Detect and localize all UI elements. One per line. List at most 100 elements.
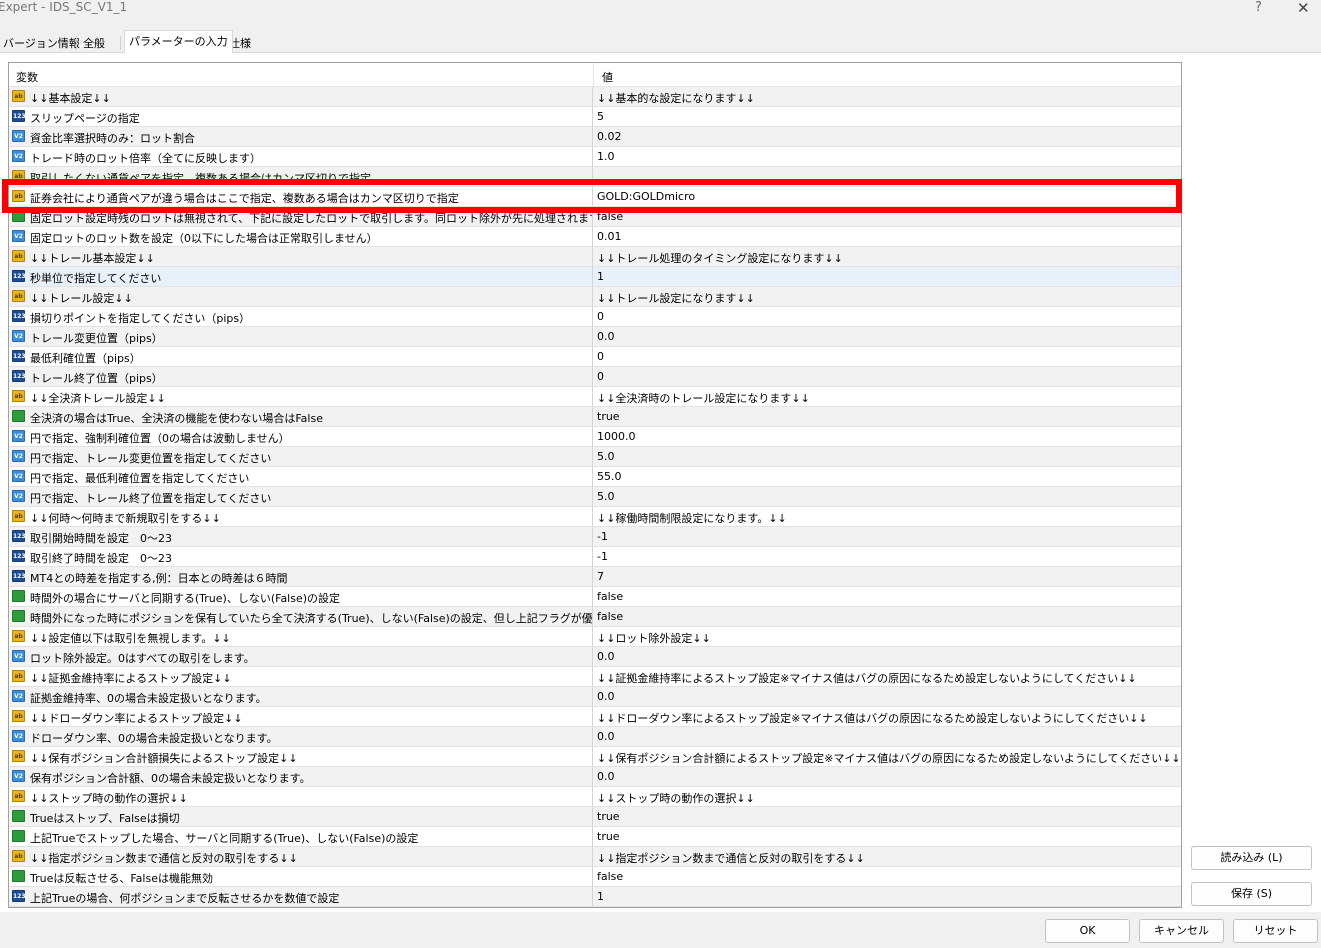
- parameter-row[interactable]: V2 固定ロットのロット数を設定（0以下にした場合は正常取引しません） 0.01: [9, 227, 1181, 247]
- value-cell[interactable]: ↓↓基本的な設定になります↓↓: [597, 90, 755, 106]
- value-cell[interactable]: ↓↓ロット除外設定↓↓: [597, 630, 711, 646]
- parameter-row[interactable]: ab ↓↓設定値以下は取引を無視します。↓↓ ↓↓ロット除外設定↓↓: [9, 627, 1181, 647]
- parameter-row[interactable]: ab ↓↓証拠金維持率によるストップ設定↓↓ ↓↓証拠金維持率によるストップ設定※マ…: [9, 667, 1181, 687]
- parameter-row[interactable]: 全決済の場合はTrue、全決済の機能を使わない場合はFalse true: [9, 407, 1181, 427]
- value-cell[interactable]: 0.02: [597, 130, 622, 143]
- value-cell[interactable]: false: [597, 610, 623, 623]
- parameter-row[interactable]: 123 取引開始時間を設定 0〜23 -1: [9, 527, 1181, 547]
- parameter-row[interactable]: ab ↓↓ドローダウン率によるストップ設定↓↓ ↓↓ドローダウン率によるストップ設定…: [9, 707, 1181, 727]
- value-cell[interactable]: ↓↓証拠金維持率によるストップ設定※マイナス値はバグの原因になるため設定しないよ…: [597, 670, 1137, 686]
- parameter-row[interactable]: ab ↓↓保有ポジション合計額損失によるストップ設定↓↓ ↓↓保有ポジション合計額に…: [9, 747, 1181, 767]
- value-cell[interactable]: true: [597, 810, 620, 823]
- parameter-row[interactable]: 123 取引終了時間を設定 0〜23 -1: [9, 547, 1181, 567]
- string-type-icon: ab: [12, 190, 25, 202]
- double-type-icon: V2: [12, 130, 25, 142]
- parameter-row[interactable]: V2 保有ポジション合計額、0の場合未設定扱いとなります。 0.0: [9, 767, 1181, 787]
- parameter-row[interactable]: V2 トレード時のロット倍率（全てに反映します） 1.0: [9, 147, 1181, 167]
- parameter-row[interactable]: 123 秒単位で指定してください 1: [9, 267, 1181, 287]
- value-cell[interactable]: 7: [597, 570, 604, 583]
- value-cell[interactable]: ↓↓トレール設定になります↓↓: [597, 290, 755, 306]
- tab-parameters[interactable]: パラメーターの入力: [124, 30, 233, 53]
- help-button[interactable]: ?: [1255, 0, 1262, 15]
- value-cell[interactable]: ↓↓ドローダウン率によるストップ設定※マイナス値はバグの原因になるため設定しない…: [597, 710, 1148, 726]
- column-header-variable[interactable]: 変数: [16, 69, 38, 85]
- load-button[interactable]: 読み込み (L): [1191, 846, 1312, 870]
- parameter-row[interactable]: V2 円で指定、最低利確位置を指定してください 55.0: [9, 467, 1181, 487]
- parameter-row[interactable]: V2 資金比率選択時のみ：ロット割合 0.02: [9, 127, 1181, 147]
- parameter-row[interactable]: 123 MT4との時差を指定する,例：日本との時差は６時間 7: [9, 567, 1181, 587]
- value-cell[interactable]: true: [597, 410, 620, 423]
- parameter-row[interactable]: ab ↓↓基本設定↓↓ ↓↓基本的な設定になります↓↓: [9, 87, 1181, 107]
- value-cell[interactable]: 0.0: [597, 770, 615, 783]
- value-cell[interactable]: ↓↓保有ポジション合計額によるストップ設定※マイナス値はバグの原因になるため設定…: [597, 750, 1181, 766]
- parameter-row[interactable]: 123 スリップページの指定 5: [9, 107, 1181, 127]
- parameter-row[interactable]: ab ↓↓何時〜何時まで新規取引をする↓↓ ↓↓稼働時間制限設定になります。↓↓: [9, 507, 1181, 527]
- cancel-button[interactable]: キャンセル: [1139, 919, 1224, 943]
- parameter-row[interactable]: ab ↓↓トレール設定↓↓ ↓↓トレール設定になります↓↓: [9, 287, 1181, 307]
- parameter-row[interactable]: 123 トレール終了位置（pips） 0: [9, 367, 1181, 387]
- value-cell[interactable]: -1: [597, 550, 608, 563]
- value-cell[interactable]: 0.0: [597, 330, 615, 343]
- parameter-row[interactable]: ab ↓↓ストップ時の動作の選択↓↓ ↓↓ストップ時の動作の選択↓↓: [9, 787, 1181, 807]
- value-cell[interactable]: ↓↓ストップ時の動作の選択↓↓: [597, 790, 755, 806]
- parameter-row[interactable]: V2 円で指定、トレール終了位置を指定してください 5.0: [9, 487, 1181, 507]
- parameter-row[interactable]: ab ↓↓指定ポジション数まで通信と反対の取引をする↓↓ ↓↓指定ポジション数まで通…: [9, 847, 1181, 867]
- value-cell[interactable]: 5: [597, 110, 604, 123]
- value-cell[interactable]: 1.0: [597, 150, 615, 163]
- tab-general[interactable]: 全般: [81, 33, 107, 53]
- parameter-row[interactable]: 時間外の場合にサーバと同期する(True)、しない(False)の設定 false: [9, 587, 1181, 607]
- value-cell[interactable]: 55.0: [597, 470, 622, 483]
- value-cell[interactable]: 1000.0: [597, 430, 636, 443]
- value-cell[interactable]: 1: [597, 890, 604, 903]
- value-cell[interactable]: GOLD:GOLDmicro: [597, 190, 695, 203]
- value-cell[interactable]: true: [597, 830, 620, 843]
- tab-version-info[interactable]: バージョン情報: [1, 33, 82, 53]
- value-cell[interactable]: 0: [597, 350, 604, 363]
- value-cell[interactable]: 0.0: [597, 650, 615, 663]
- parameter-row[interactable]: V2 円で指定、強制利確位置（0の場合は波動しません） 1000.0: [9, 427, 1181, 447]
- parameter-row[interactable]: 上記Trueでストップした場合、サーバと同期する(True)、しない(False…: [9, 827, 1181, 847]
- parameter-row[interactable]: ab ↓↓トレール基本設定↓↓ ↓↓トレール処理のタイミング設定になります↓↓: [9, 247, 1181, 267]
- reset-button[interactable]: リセット: [1233, 919, 1318, 943]
- value-cell[interactable]: ↓↓稼働時間制限設定になります。↓↓: [597, 510, 787, 526]
- parameter-row[interactable]: V2 証拠金維持率、0の場合未設定扱いとなります。 0.0: [9, 687, 1181, 707]
- value-cell[interactable]: 1: [597, 270, 604, 283]
- parameter-row[interactable]: 123 損切りポイントを指定してください（pips） 0: [9, 307, 1181, 327]
- column-divider[interactable]: [593, 63, 594, 87]
- value-cell[interactable]: 0: [597, 310, 604, 323]
- value-cell[interactable]: ↓↓トレール処理のタイミング設定になります↓↓: [597, 250, 843, 266]
- parameter-row[interactable]: Trueはストップ、Falseは損切 true: [9, 807, 1181, 827]
- parameter-row[interactable]: ab 証券会社により通貨ペアが違う場合はここで指定、複数ある場合はカンマ区切りで指…: [9, 187, 1181, 207]
- column-header-value[interactable]: 値: [602, 69, 613, 85]
- parameter-row[interactable]: V2 トレール変更位置（pips） 0.0: [9, 327, 1181, 347]
- value-cell[interactable]: 5.0: [597, 490, 615, 503]
- parameter-row[interactable]: 固定ロット設定時残のロットは無視されて、下記に設定したロットで取引します。同ロッ…: [9, 207, 1181, 227]
- value-cell[interactable]: 0.0: [597, 690, 615, 703]
- value-cell[interactable]: 5.0: [597, 450, 615, 463]
- parameter-row[interactable]: 123 上記Trueの場合、何ポジションまで反転させるかを数値で設定 1: [9, 887, 1181, 907]
- ok-button[interactable]: OK: [1045, 919, 1130, 943]
- value-cell[interactable]: ↓↓全決済時のトレール設定になります↓↓: [597, 390, 810, 406]
- variable-cell: 123 最低利確位置（pips）: [9, 347, 593, 366]
- value-cell[interactable]: 0.01: [597, 230, 622, 243]
- variable-cell: 時間外の場合にサーバと同期する(True)、しない(False)の設定: [9, 587, 593, 606]
- save-button[interactable]: 保存 (S): [1191, 882, 1312, 906]
- parameter-row[interactable]: V2 ドローダウン率、0の場合未設定扱いとなります。 0.0: [9, 727, 1181, 747]
- parameter-row[interactable]: V2 ロット除外設定。0はすべての取引をします。 0.0: [9, 647, 1181, 667]
- value-cell[interactable]: -1: [597, 530, 608, 543]
- value-cell[interactable]: false: [597, 870, 623, 883]
- value-cell[interactable]: false: [597, 590, 623, 603]
- value-cell[interactable]: ↓↓指定ポジション数まで通信と反対の取引をする↓↓: [597, 850, 865, 866]
- close-button[interactable]: ✕: [1297, 0, 1310, 17]
- variable-name: ↓↓指定ポジション数まで通信と反対の取引をする↓↓: [30, 852, 298, 865]
- parameter-row[interactable]: ab 取引したくない通貨ペアを指定、複数ある場合はカンマ区切りで指定: [9, 167, 1181, 187]
- parameter-row[interactable]: ab ↓↓全決済トレール設定↓↓ ↓↓全決済時のトレール設定になります↓↓: [9, 387, 1181, 407]
- parameter-row[interactable]: 時間外になった時にポジションを保有していたら全て決済する(True)、しない(F…: [9, 607, 1181, 627]
- parameter-row[interactable]: Trueは反転させる、Falseは機能無効 false: [9, 867, 1181, 887]
- parameter-row[interactable]: V2 円で指定、トレール変更位置を指定してください 5.0: [9, 447, 1181, 467]
- value-cell[interactable]: 0: [597, 370, 604, 383]
- value-cell[interactable]: 0.0: [597, 730, 615, 743]
- parameter-row[interactable]: 123 最低利確位置（pips） 0: [9, 347, 1181, 367]
- value-cell[interactable]: false: [597, 210, 623, 223]
- variable-cell: ab 取引したくない通貨ペアを指定、複数ある場合はカンマ区切りで指定: [9, 167, 593, 186]
